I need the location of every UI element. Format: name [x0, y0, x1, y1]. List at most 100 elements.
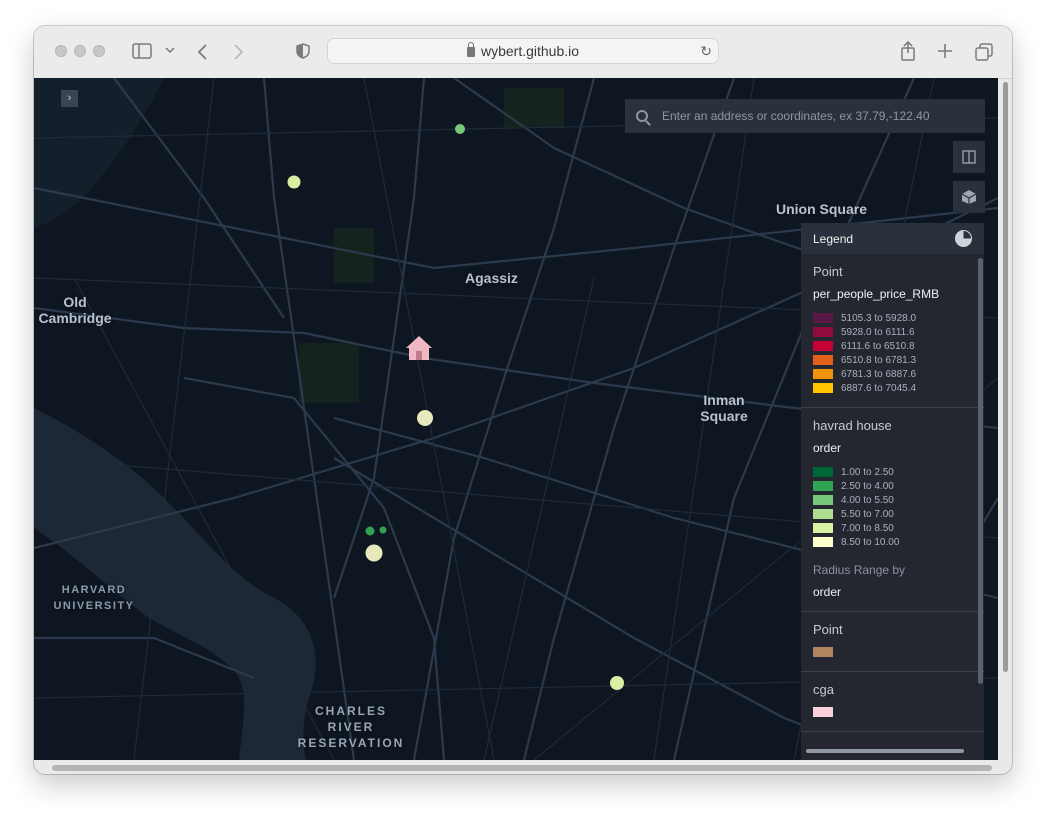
- minimize-window-button[interactable]: [74, 45, 86, 57]
- map-label-inman: Inman: [703, 392, 745, 408]
- map-label-charles: CHARLES: [314, 704, 387, 718]
- legend-row-label: 5928.0 to 6111.6: [841, 326, 915, 338]
- browser-toolbar: wybert.github.io ↻: [34, 26, 1012, 79]
- legend-section-point-price: Point per_people_price_RMB 5105.3 to 592…: [801, 254, 984, 408]
- legend-swatch: [813, 355, 833, 365]
- legend-swatch: [813, 509, 833, 519]
- legend-swatch: [813, 481, 833, 491]
- geocoder-placeholder: Enter an address or coordinates, ex 37.7…: [662, 109, 930, 123]
- legend-row-label: 6887.6 to 7045.4: [841, 382, 917, 394]
- back-icon[interactable]: [197, 44, 209, 64]
- map-label-agassiz: Agassiz: [465, 270, 518, 286]
- map-canvas[interactable]: Union Square Agassiz Old Cambridge Inman…: [34, 78, 998, 760]
- lock-icon: [466, 42, 475, 57]
- forward-icon[interactable]: [232, 44, 244, 64]
- legend-radius-field: order: [813, 585, 842, 599]
- map-label-cambridge: Cambridge: [38, 310, 112, 326]
- legend-row-label: 1.00 to 2.50: [841, 466, 894, 478]
- map-label-old-cambridge: Old Cambridge: [34, 294, 116, 326]
- legend-field-name: per_people_price_RMB: [813, 287, 940, 301]
- legend-vertical-scrollbar[interactable]: [978, 258, 983, 684]
- map-label-inman-square: Inman Square: [689, 392, 759, 424]
- legend-toggle-icon[interactable]: [955, 230, 972, 247]
- legend-swatch: [813, 467, 833, 477]
- legend-row-label: 5.50 to 7.00: [841, 508, 894, 520]
- zoom-window-button[interactable]: [93, 45, 105, 57]
- legend-layer-name: Point: [813, 622, 843, 637]
- map-label-harvard: HARVARD: [61, 584, 127, 596]
- legend-row: [813, 705, 972, 719]
- map-label-charles-river: CHARLES RIVER RESERVATION: [296, 703, 406, 751]
- legend-row: 5105.3 to 5928.0: [813, 311, 972, 325]
- legend-section-cga: cga: [801, 672, 984, 732]
- legend-panel: Legend Point per_people_price_RMB 5105.3…: [801, 223, 984, 760]
- legend-swatch: [813, 369, 833, 379]
- map-label-university: UNIVERSITY: [53, 600, 135, 612]
- sidebar-toggle-icon[interactable]: [132, 43, 152, 63]
- share-icon[interactable]: [900, 40, 916, 65]
- legend-row-label: 6111.6 to 6510.8: [841, 340, 915, 352]
- side-panel-toggle-button[interactable]: ›: [61, 90, 78, 107]
- legend-row: 6781.3 to 6887.6: [813, 367, 972, 381]
- legend-swatch: [813, 313, 833, 323]
- legend-swatch: [813, 707, 833, 717]
- legend-row: 5.50 to 7.00: [813, 507, 972, 521]
- privacy-shield-icon[interactable]: [296, 43, 310, 63]
- map-label-harvard-university: HARVARD UNIVERSITY: [49, 582, 139, 614]
- map-label-union-square: Union Square: [776, 201, 868, 217]
- 3d-view-button[interactable]: [953, 181, 985, 213]
- legend-horizontal-scrollbar[interactable]: [806, 749, 964, 753]
- legend-row: 5928.0 to 6111.6: [813, 325, 972, 339]
- reload-icon[interactable]: ↻: [700, 43, 712, 60]
- map-label-reservation: RESERVATION: [297, 736, 405, 750]
- legend-layer-name: havrad house: [813, 418, 892, 433]
- legend-row-label: 4.00 to 5.50: [841, 494, 894, 506]
- legend-section-point: Point: [801, 612, 984, 672]
- legend-row: [813, 645, 972, 659]
- legend-row: 6510.8 to 6781.3: [813, 353, 972, 367]
- house-marker-icon: [406, 336, 432, 360]
- legend-row: 6887.6 to 7045.4: [813, 381, 972, 395]
- legend-swatch: [813, 383, 833, 393]
- map-label-old: Old: [63, 294, 87, 310]
- legend-row: 4.00 to 5.50: [813, 493, 972, 507]
- chevron-down-icon[interactable]: [165, 45, 175, 61]
- legend-radius-label: Radius Range by: [813, 563, 906, 577]
- legend-row: 7.00 to 8.50: [813, 521, 972, 535]
- browser-window: wybert.github.io ↻ Union Square Agassiz …: [34, 26, 1012, 774]
- legend-swatch: [813, 327, 833, 337]
- legend-layer-name: cga: [813, 682, 834, 697]
- close-window-button[interactable]: [55, 45, 67, 57]
- legend-swatch: [813, 537, 833, 547]
- legend-row-label: 6781.3 to 6887.6: [841, 368, 917, 380]
- search-icon: [636, 110, 648, 122]
- legend-swatch: [813, 523, 833, 533]
- legend-layer-name: Point: [813, 264, 843, 279]
- legend-swatch: [813, 495, 833, 505]
- legend-row-label: 8.50 to 10.00: [841, 536, 900, 548]
- legend-row-label: 6510.8 to 6781.3: [841, 354, 917, 366]
- map-label-square: Square: [700, 408, 748, 424]
- tab-overview-icon[interactable]: [975, 43, 993, 65]
- address-url: wybert.github.io: [480, 43, 580, 59]
- address-bar[interactable]: wybert.github.io ↻: [327, 38, 719, 64]
- legend-title: Legend: [813, 231, 854, 246]
- legend-row: 2.50 to 4.00: [813, 479, 972, 493]
- page-vertical-scrollbar[interactable]: [1003, 82, 1008, 672]
- legend-row-label: 7.00 to 8.50: [841, 522, 894, 534]
- legend-swatch: [813, 341, 833, 351]
- legend-field-name: order: [813, 441, 842, 455]
- legend-row: 1.00 to 2.50: [813, 465, 972, 479]
- legend-header[interactable]: Legend: [801, 223, 984, 254]
- legend-row-label: 5105.3 to 5928.0: [841, 312, 917, 324]
- map-label-river: RIVER: [327, 720, 375, 734]
- legend-swatch: [813, 647, 833, 657]
- page-horizontal-scrollbar[interactable]: [52, 765, 992, 771]
- split-map-button[interactable]: [953, 141, 985, 173]
- legend-row: 8.50 to 10.00: [813, 535, 972, 549]
- legend-row: 6111.6 to 6510.8: [813, 339, 972, 353]
- legend-section-havrad-house: havrad house order 1.00 to 2.50 2.50 to …: [801, 408, 984, 612]
- new-tab-icon[interactable]: [937, 43, 953, 63]
- geocoder-search-input[interactable]: Enter an address or coordinates, ex 37.7…: [625, 99, 985, 133]
- legend-row-label: 2.50 to 4.00: [841, 480, 894, 492]
